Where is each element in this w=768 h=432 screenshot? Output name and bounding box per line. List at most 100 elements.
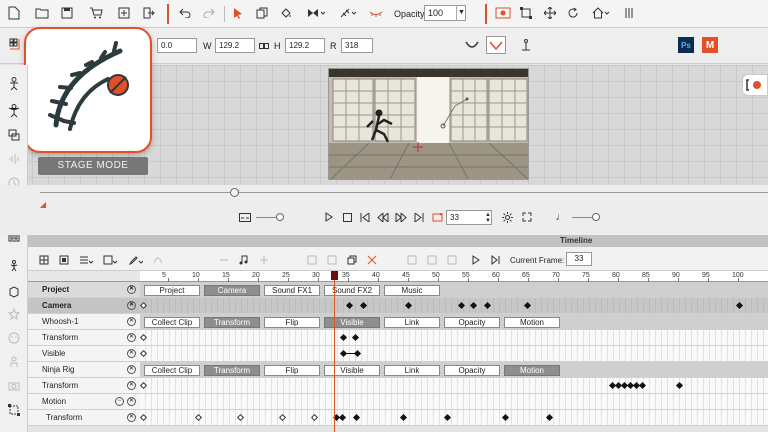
track-label-ninja[interactable]: Ninja Rig ✕ <box>28 362 140 378</box>
close-track-icon[interactable]: ✕ <box>127 365 136 374</box>
close-track-icon[interactable]: ✕ <box>127 413 136 422</box>
paint-bucket-icon[interactable] <box>278 5 294 21</box>
stage-mode-badge[interactable]: STAGE MODE <box>38 157 148 175</box>
track-label-motion-transform[interactable]: Transform ✕ <box>28 410 140 426</box>
track-label-visible[interactable]: Visible ✕ <box>28 346 140 362</box>
curve-ease-icon[interactable] <box>462 36 482 54</box>
music-note-icon[interactable]: ♩ <box>554 210 568 224</box>
layout-dropdown-icon[interactable] <box>102 254 118 266</box>
fullscreen-icon[interactable] <box>520 210 534 224</box>
music-volume-track[interactable] <box>572 217 594 218</box>
flip-chip[interactable]: Flip <box>264 317 320 328</box>
timeline-play-icon[interactable] <box>470 254 482 266</box>
project-chip[interactable]: Project <box>144 285 200 296</box>
flip-chip[interactable]: Flip <box>264 365 320 376</box>
track-label-motion[interactable]: Motion − ✕ <box>28 394 140 410</box>
motion-export-icon[interactable]: M <box>702 37 718 53</box>
onion-skin-icon[interactable] <box>368 5 384 21</box>
loop-icon[interactable] <box>430 210 444 224</box>
resize-handles-icon[interactable] <box>518 5 534 21</box>
open-folder-icon[interactable] <box>34 5 50 21</box>
select-arrow-icon[interactable] <box>230 5 246 21</box>
close-track-icon[interactable]: ✕ <box>127 317 136 326</box>
height-field[interactable]: 129.2 <box>285 38 325 53</box>
y-position-field[interactable]: 0.0 <box>157 38 197 53</box>
transform-tool-icon[interactable] <box>6 402 22 418</box>
collect-clip-chip[interactable]: Collect Clip <box>144 317 200 328</box>
home-view-icon[interactable] <box>590 5 612 21</box>
track-row-camera[interactable] <box>140 298 768 314</box>
transform-chip[interactable]: Transform <box>204 317 260 328</box>
curve-linear-icon[interactable] <box>486 36 506 54</box>
duplicate-icon[interactable] <box>254 5 270 21</box>
opacity-dropdown-arrow-icon[interactable]: ▼ <box>456 5 466 21</box>
track-row-visible[interactable] <box>140 346 768 362</box>
props-icon[interactable] <box>6 284 22 300</box>
close-track-icon[interactable]: ✕ <box>127 333 136 342</box>
previous-frame-icon[interactable] <box>376 210 390 224</box>
track-label-project[interactable]: Project ✕ <box>28 282 140 298</box>
camera-viewport[interactable] <box>328 68 529 180</box>
track-row-motion-transform[interactable] <box>140 410 768 426</box>
import-icon[interactable] <box>116 5 132 21</box>
flip-horizontal-icon[interactable] <box>306 5 326 21</box>
sound-fx2-chip[interactable]: Sound FX2 <box>324 285 380 296</box>
undo-icon[interactable] <box>177 5 193 21</box>
track-label-transform[interactable]: Transform ✕ <box>28 330 140 346</box>
track-select-icon[interactable] <box>58 254 70 266</box>
rotation-field[interactable]: 318 <box>341 38 373 53</box>
track-row-ninja-transform[interactable] <box>140 378 768 394</box>
volume-slider-knob[interactable] <box>276 213 284 221</box>
motion-chip[interactable]: Motion <box>504 317 560 328</box>
frame-spinner-icon[interactable]: ▲ ▼ <box>484 211 492 224</box>
timeline-grid-icon[interactable] <box>38 254 50 266</box>
next-frame-icon[interactable] <box>394 210 408 224</box>
sound-fx1-chip[interactable]: Sound FX1 <box>264 285 320 296</box>
link-chip[interactable]: Link <box>384 317 440 328</box>
save-icon[interactable] <box>59 5 75 21</box>
track-label-whoosh[interactable]: Whoosh-1 ✕ <box>28 314 140 330</box>
lock-ratio-icon[interactable] <box>258 38 270 53</box>
track-label-camera[interactable]: Camera ✕ <box>28 298 140 314</box>
move-icon[interactable] <box>542 5 558 21</box>
motion-chip[interactable]: Motion <box>504 365 560 376</box>
camera-chip[interactable]: Camera <box>204 285 260 296</box>
panel-toggle-icon[interactable] <box>622 5 638 21</box>
collapse-track-icon[interactable]: − <box>115 397 124 406</box>
first-frame-icon[interactable] <box>358 210 372 224</box>
scrub-knob[interactable] <box>230 188 239 197</box>
pose-icon[interactable] <box>6 103 22 119</box>
scrub-track[interactable] <box>40 192 768 193</box>
track-list-dropdown-icon[interactable] <box>78 254 94 266</box>
rotate-icon[interactable] <box>565 5 581 21</box>
last-frame-icon[interactable] <box>412 210 426 224</box>
playhead-handle[interactable] <box>331 271 338 280</box>
transform-chip[interactable]: Transform <box>204 365 260 376</box>
character-icon[interactable] <box>6 76 22 92</box>
grid-select-icon[interactable] <box>7 36 23 52</box>
close-track-icon[interactable]: ✕ <box>127 301 136 310</box>
collapse-arrow-icon[interactable]: ◢ <box>38 199 48 209</box>
close-track-icon[interactable]: ✕ <box>127 397 136 406</box>
link-chip[interactable]: Link <box>384 365 440 376</box>
playhead[interactable] <box>334 271 335 432</box>
visible-chip[interactable]: Visible <box>324 365 380 376</box>
music-volume-knob[interactable] <box>592 213 600 221</box>
play-icon[interactable] <box>322 210 336 224</box>
export-icon[interactable] <box>141 5 157 21</box>
music-chip[interactable]: Music <box>384 285 440 296</box>
track-label-ninja-transform[interactable]: Transform ✕ <box>28 378 140 394</box>
collect-clip-chip[interactable]: Collect Clip <box>144 365 200 376</box>
opacity-chip[interactable]: Opacity <box>444 317 500 328</box>
delete-key-icon[interactable] <box>366 254 378 266</box>
width-field[interactable]: 129.2 <box>215 38 255 53</box>
settings-gear-icon[interactable] <box>500 210 514 224</box>
current-frame-field[interactable]: 33 <box>566 252 592 266</box>
store-cart-icon[interactable] <box>88 5 104 21</box>
scene-layers-icon[interactable] <box>6 127 22 143</box>
visible-chip[interactable]: Visible <box>324 317 380 328</box>
track-row-motion[interactable] <box>140 394 768 410</box>
timeline-end-icon[interactable] <box>490 254 502 266</box>
stop-icon[interactable] <box>340 210 354 224</box>
copy-key-icon[interactable] <box>346 254 358 266</box>
